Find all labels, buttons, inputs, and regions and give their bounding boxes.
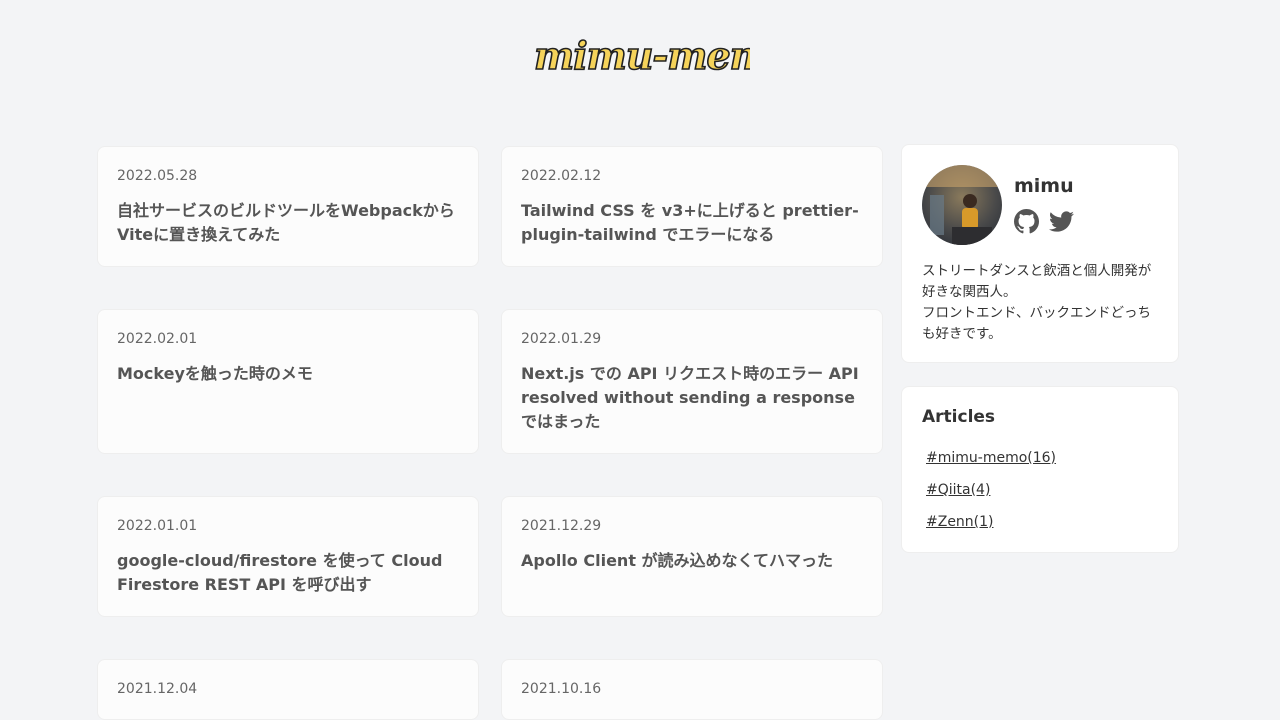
post-title[interactable]: Apollo Client が読み込めなくてハマった bbox=[521, 549, 863, 573]
twitter-icon[interactable] bbox=[1049, 209, 1074, 234]
articles-list: #mimu-memo(16) #Qiita(4) #Zenn(1) bbox=[926, 447, 1056, 543]
post-card[interactable]: 2021.12.04 bbox=[97, 659, 479, 720]
post-date: 2022.02.12 bbox=[521, 168, 602, 184]
articles-heading: Articles bbox=[922, 407, 996, 427]
post-card[interactable]: 2022.01.01 google-cloud/firestore を使って C… bbox=[97, 496, 479, 617]
post-card[interactable]: 2022.05.28 自社サービスのビルドツールをWebpackからViteに置… bbox=[97, 146, 479, 267]
avatar bbox=[922, 165, 1002, 245]
post-date: 2021.10.16 bbox=[521, 681, 602, 697]
list-item: #mimu-memo(16) bbox=[926, 447, 1056, 479]
post-date: 2022.01.29 bbox=[521, 331, 602, 347]
profile-name: mimu bbox=[1014, 175, 1074, 197]
profile-card: mimu ストリートダンスと飲酒と個人開発が好きな関西人。 フロントエンド、バッ… bbox=[901, 144, 1179, 363]
post-title[interactable]: google-cloud/firestore を使って Cloud Firest… bbox=[117, 549, 459, 597]
post-card[interactable]: 2021.12.29 Apollo Client が読み込めなくてハマった bbox=[501, 496, 883, 617]
profile-bio: ストリートダンスと飲酒と個人開発が好きな関西人。 フロントエンド、バックエンドど… bbox=[922, 261, 1162, 345]
site-header: mimu-memo bbox=[0, 0, 1280, 110]
github-icon[interactable] bbox=[1014, 209, 1039, 234]
post-date: 2022.01.01 bbox=[117, 518, 198, 534]
post-card[interactable]: 2022.02.01 Mockeyを触った時のメモ bbox=[97, 309, 479, 454]
site-logo-text: mimu-memo bbox=[534, 34, 750, 78]
post-card[interactable]: 2021.10.16 bbox=[501, 659, 883, 720]
post-title[interactable]: 自社サービスのビルドツールをWebpackからViteに置き換えてみた bbox=[117, 199, 459, 247]
post-title[interactable]: Tailwind CSS を v3+に上げると prettier-plugin-… bbox=[521, 199, 863, 247]
post-title[interactable]: Next.js での API リクエスト時のエラー API resolved w… bbox=[521, 362, 863, 434]
post-date: 2021.12.04 bbox=[117, 681, 198, 697]
article-source-link[interactable]: #Zenn(1) bbox=[926, 514, 994, 530]
article-source-link[interactable]: #Qiita(4) bbox=[926, 482, 990, 498]
article-source-link[interactable]: #mimu-memo(16) bbox=[926, 450, 1056, 466]
social-links bbox=[1014, 209, 1074, 234]
post-date: 2022.02.01 bbox=[117, 331, 198, 347]
list-item: #Zenn(1) bbox=[926, 511, 1056, 543]
post-card[interactable]: 2022.02.12 Tailwind CSS を v3+に上げると prett… bbox=[501, 146, 883, 267]
site-logo[interactable]: mimu-memo bbox=[532, 34, 750, 78]
bio-line: ストリートダンスと飲酒と個人開発が好きな関西人。 bbox=[922, 263, 1152, 300]
post-date: 2021.12.29 bbox=[521, 518, 602, 534]
articles-card: Articles #mimu-memo(16) #Qiita(4) #Zenn(… bbox=[901, 386, 1179, 553]
bio-line: フロントエンド、バックエンドどっちも好きです。 bbox=[922, 305, 1151, 342]
post-title[interactable]: Mockeyを触った時のメモ bbox=[117, 362, 459, 386]
post-card[interactable]: 2022.01.29 Next.js での API リクエスト時のエラー API… bbox=[501, 309, 883, 454]
list-item: #Qiita(4) bbox=[926, 479, 1056, 511]
post-date: 2022.05.28 bbox=[117, 168, 198, 184]
